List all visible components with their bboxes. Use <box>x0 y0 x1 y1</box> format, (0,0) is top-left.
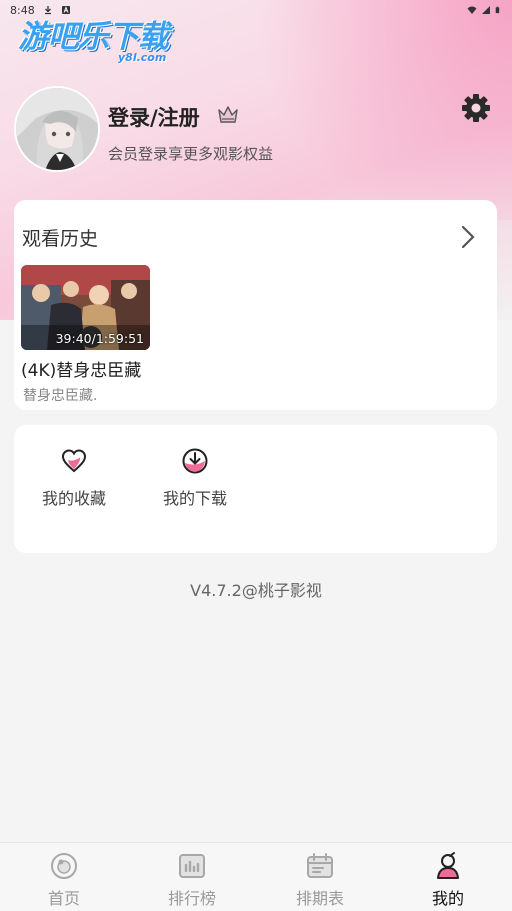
download-circle-icon <box>182 448 208 474</box>
profile-icon <box>437 852 459 879</box>
logo-domain: y8l.com <box>118 51 167 64</box>
version-text: V4.7.2@桃子影视 <box>190 581 322 600</box>
status-time: 8:48 <box>10 3 35 17</box>
my-favorites-label: 我的收藏 <box>41 489 106 508</box>
crown-icon <box>218 106 238 123</box>
history-video-thumbnail[interactable]: 39:40/1:59:51 <box>21 265 150 350</box>
download-icon <box>44 6 51 15</box>
nav-home-label: 首页 <box>47 889 80 908</box>
app-logo: 游吧乐下载 y8l.com <box>18 18 188 64</box>
my-downloads-button[interactable]: 我的下载 <box>150 447 240 509</box>
quick-menu-card: 我的收藏 我的下载 <box>14 425 497 553</box>
notification-a-icon <box>61 6 70 14</box>
heart-icon <box>61 449 87 473</box>
status-bar: 8:48 <box>0 0 512 20</box>
login-subtitle: 会员登录享更多观影权益 <box>108 145 274 163</box>
gear-icon[interactable] <box>460 92 492 124</box>
video-progress: 39:40/1:59:51 <box>55 331 144 346</box>
history-video-subtitle: 替身忠臣藏. <box>23 388 98 404</box>
battery-icon <box>495 6 500 14</box>
watch-history-card: 观看历史 39:40/1:59:51 (4K)替身忠臣藏 替身忠臣藏. <box>14 200 497 410</box>
my-downloads-label: 我的下载 <box>162 489 227 508</box>
ranking-icon <box>179 854 205 878</box>
nav-schedule-label: 排期表 <box>295 889 344 908</box>
nav-profile[interactable]: 我的 <box>384 843 512 911</box>
watch-history-title: 观看历史 <box>22 228 99 250</box>
login-register-link[interactable]: 登录/注册 <box>108 102 200 132</box>
signal-icon <box>482 6 490 14</box>
wifi-icon <box>467 6 477 14</box>
history-video-title[interactable]: (4K)替身忠臣藏 <box>21 356 141 381</box>
avatar[interactable] <box>14 86 100 172</box>
nav-ranking-label: 排行榜 <box>167 889 216 908</box>
nav-schedule[interactable]: 排期表 <box>256 843 384 911</box>
schedule-icon <box>307 853 333 878</box>
my-favorites-button[interactable]: 我的收藏 <box>29 447 119 509</box>
home-icon <box>51 853 77 879</box>
chevron-right-icon[interactable] <box>459 224 479 250</box>
bottom-navigation: 首页 排行榜 排期表 我的 <box>0 842 512 911</box>
nav-ranking[interactable]: 排行榜 <box>128 843 256 911</box>
nav-home[interactable]: 首页 <box>0 843 128 911</box>
avatar-image <box>16 88 98 170</box>
nav-profile-label: 我的 <box>431 889 464 908</box>
